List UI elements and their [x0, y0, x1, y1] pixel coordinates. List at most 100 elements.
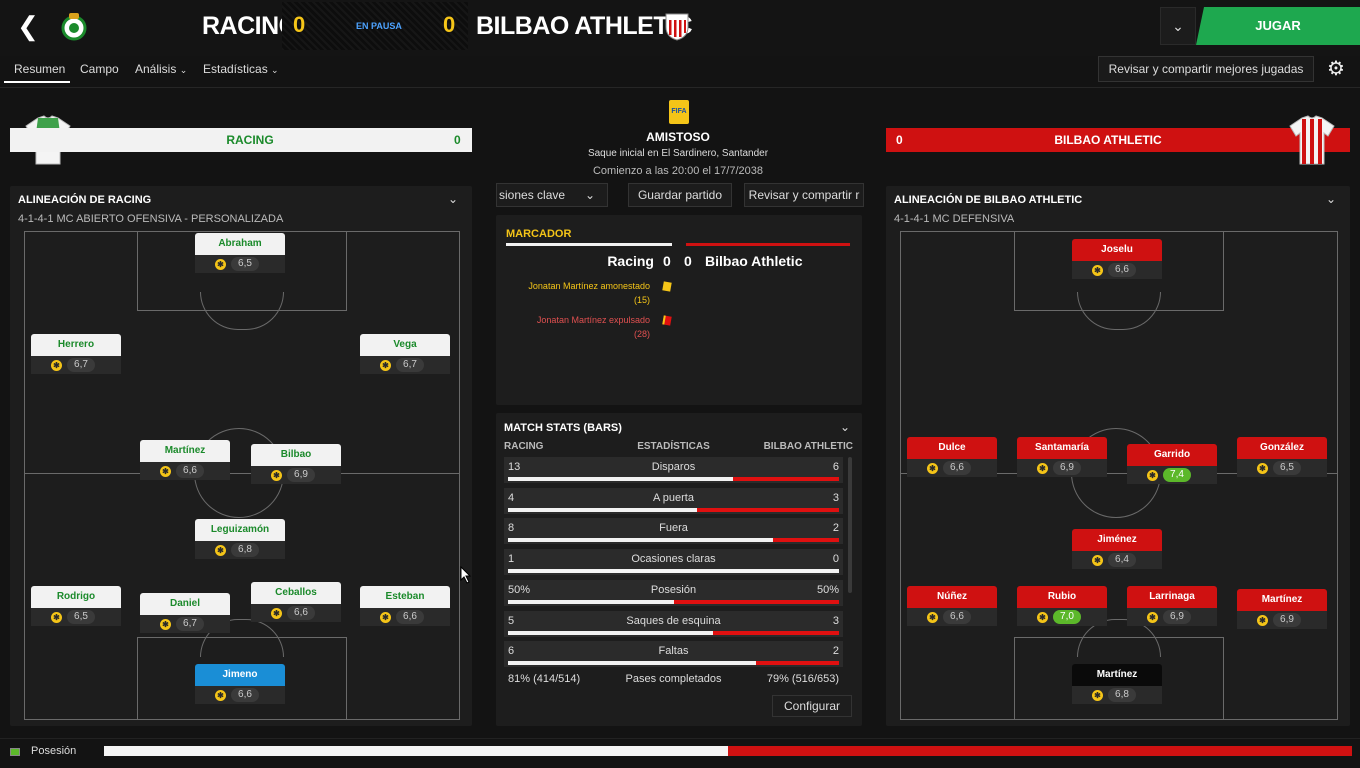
away-formation: 4-1-4-1 MC DEFENSIVA: [894, 213, 1015, 225]
away-lineup-title: ALINEACIÓN DE BILBAO ATHLETIC: [894, 194, 1083, 206]
away-bar-name: BILBAO ATHLETIC: [1054, 133, 1162, 147]
chevron-down-icon[interactable]: ⌄: [840, 420, 850, 434]
player-rating: 6,6: [176, 464, 204, 478]
home-bar-score: 0: [454, 133, 461, 147]
away-player-card[interactable]: Joselu ✱ 6,6: [1072, 239, 1162, 279]
match-ball-icon: ✱: [51, 360, 62, 371]
home-player-card[interactable]: Jimeno ✱ 6,6: [195, 664, 285, 704]
chevron-down-icon: ⌄: [585, 188, 596, 202]
player-rating-row: ✱ 6,6: [140, 462, 230, 480]
configure-button[interactable]: Configurar: [772, 695, 852, 717]
event-red-card: Jonatan Martínez expulsado: [536, 315, 650, 325]
home-player-card[interactable]: Rodrigo ✱ 6,5: [31, 586, 121, 626]
scoreboard-away-team: Bilbao Athletic: [705, 253, 803, 269]
match-ball-icon: ✱: [927, 463, 938, 474]
away-player-card[interactable]: Dulce ✱ 6,6: [907, 437, 997, 477]
tab-analysis[interactable]: Análisis ⌄: [135, 62, 187, 76]
home-player-card[interactable]: Ceballos ✱ 6,6: [251, 582, 341, 622]
away-player-card[interactable]: Martínez ✱ 6,9: [1237, 589, 1327, 629]
away-player-card[interactable]: Garrido ✱ 7,4: [1127, 444, 1217, 484]
play-options-dropdown[interactable]: ⌄: [1160, 7, 1196, 45]
tab-summary[interactable]: Resumen: [14, 62, 65, 76]
player-rating: 6,7: [396, 358, 424, 372]
stat-home-fill: [508, 630, 714, 635]
stat-row: 1 Ocasiones claras 0: [504, 549, 843, 576]
key-chances-button[interactable]: siones clave ⌄: [496, 183, 608, 207]
player-name: Dulce: [907, 437, 997, 459]
player-rating: 6,6: [396, 610, 424, 624]
player-rating-row: ✱ 6,4: [1072, 551, 1162, 569]
stat-row: 6 Faltas 2: [504, 641, 843, 668]
away-player-card[interactable]: Rubio ✱ 7,0: [1017, 586, 1107, 626]
player-rating-row: ✱ 6,6: [907, 608, 997, 626]
possession-bar: [104, 746, 1352, 756]
player-rating: 6,6: [943, 461, 971, 475]
stat-comparison-bar: [508, 477, 839, 481]
player-rating: 6,6: [287, 606, 315, 620]
stat-home-fill: [508, 507, 697, 512]
match-ball-icon: ✱: [927, 612, 938, 623]
stat-away-value: 2: [832, 645, 839, 658]
home-player-card[interactable]: Bilbao ✱ 6,9: [251, 444, 341, 484]
venue: Saque inicial en El Sardinero, Santander: [587, 148, 769, 159]
player-rating-row: ✱ 6,6: [1072, 261, 1162, 279]
player-rating: 6,9: [1163, 610, 1191, 624]
away-player-card[interactable]: Larrinaga ✱ 6,9: [1127, 586, 1217, 626]
player-name: Jimeno: [195, 664, 285, 686]
away-player-card[interactable]: González ✱ 6,5: [1237, 437, 1327, 477]
player-name: Jiménez: [1072, 529, 1162, 551]
scoreboard-away-score: 0: [684, 253, 692, 269]
match-ball-icon: ✱: [51, 612, 62, 623]
scoreboard-home-score: 0: [663, 253, 671, 269]
home-score: 0: [293, 12, 306, 37]
tab-field[interactable]: Campo: [80, 62, 119, 76]
stat-comparison-bar: [508, 661, 839, 666]
match-status: EN PAUSA: [356, 21, 402, 31]
stats-scrollbar[interactable]: [848, 457, 852, 593]
key-chances-label: siones clave: [499, 188, 566, 202]
stat-comparison-bar: [508, 538, 839, 543]
player-rating-row: ✱ 6,8: [1072, 686, 1162, 704]
stat-home-fill: [508, 569, 839, 574]
red-card-icon: [662, 315, 672, 326]
stat-home-fill: [508, 661, 757, 666]
footer-possession-label: Posesión: [31, 745, 77, 757]
competition-name: AMISTOSO: [646, 130, 710, 144]
away-player-card[interactable]: Núñez ✱ 6,6: [907, 586, 997, 626]
chevron-down-icon[interactable]: ⌄: [1326, 192, 1336, 206]
player-rating-row: ✱ 6,5: [195, 255, 285, 273]
home-player-card[interactable]: Martínez ✱ 6,6: [140, 440, 230, 480]
back-arrow-icon[interactable]: ❮: [14, 12, 42, 40]
match-ball-icon: ✱: [380, 612, 391, 623]
away-player-card[interactable]: Santamaría ✱ 6,9: [1017, 437, 1107, 477]
away-player-card[interactable]: Jiménez ✱ 6,4: [1072, 529, 1162, 569]
home-player-card[interactable]: Vega ✱ 6,7: [360, 334, 450, 374]
play-button[interactable]: JUGAR: [1196, 7, 1360, 45]
player-name: Santamaría: [1017, 437, 1107, 459]
match-ball-icon: ✱: [1037, 463, 1048, 474]
share-highlights-button[interactable]: Revisar y compartir mejores jugadas: [1098, 56, 1314, 82]
match-ball-icon: ✱: [215, 545, 226, 556]
tab-stats[interactable]: Estadísticas ⌄: [203, 62, 279, 76]
stat-row: 50% Posesión 50%: [504, 579, 843, 606]
player-rating-row: ✱ 6,7: [360, 356, 450, 374]
gear-icon[interactable]: ⚙: [1322, 56, 1350, 82]
home-player-card[interactable]: Abraham ✱ 6,5: [195, 233, 285, 273]
review-share-button[interactable]: Revisar y compartir r: [744, 183, 864, 207]
home-player-card[interactable]: Esteban ✱ 6,6: [360, 586, 450, 626]
player-rating-row: ✱ 7,0: [1017, 608, 1107, 626]
match-ball-icon: ✱: [1092, 265, 1103, 276]
player-rating: 6,4: [1108, 553, 1136, 567]
stat-away-value: 6: [832, 461, 839, 473]
home-player-card[interactable]: Herrero ✱ 6,7: [31, 334, 121, 374]
match-ball-icon: ✱: [215, 259, 226, 270]
away-player-card[interactable]: Martínez ✱ 6,8: [1072, 664, 1162, 704]
kickoff-time: Comienzo a las 20:00 el 17/7/2038: [592, 165, 763, 177]
home-player-card[interactable]: Daniel ✱ 6,7: [140, 593, 230, 633]
tab-analysis-label: Análisis: [135, 62, 177, 76]
home-player-card[interactable]: Leguizamón ✱ 6,8: [195, 519, 285, 559]
chevron-down-icon[interactable]: ⌄: [448, 192, 458, 206]
match-ball-icon: ✱: [271, 608, 282, 619]
save-match-button[interactable]: Guardar partido: [628, 183, 732, 207]
away-color-bar: [686, 243, 850, 246]
